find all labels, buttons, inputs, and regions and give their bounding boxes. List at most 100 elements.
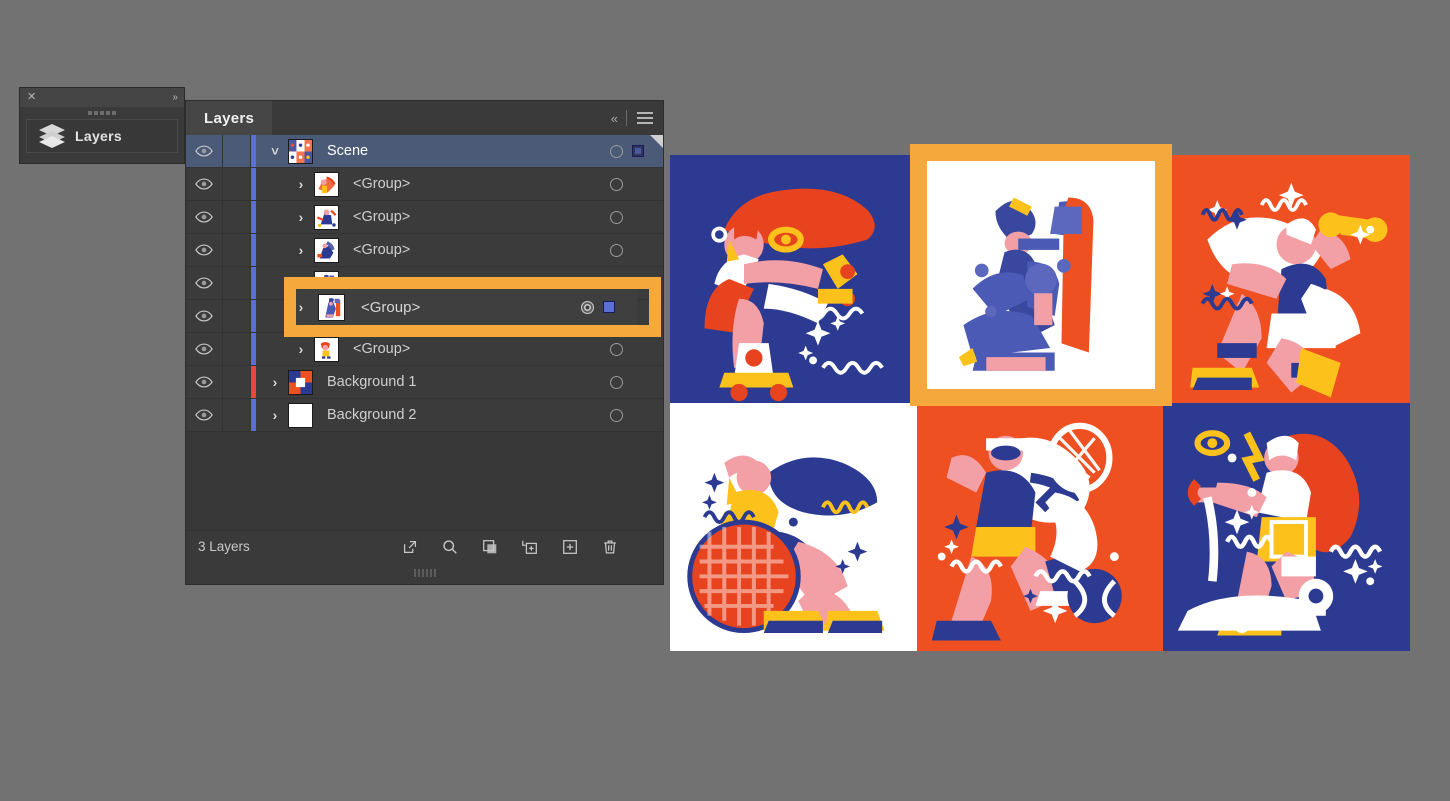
chevron-right-icon[interactable]: › [288, 341, 314, 357]
artboard-cell-bottom-left[interactable] [670, 403, 917, 651]
layer-row[interactable]: › Background 1 [186, 366, 663, 399]
layers-panel[interactable]: Layers « ˅ Scene › <Group> › [185, 100, 664, 585]
lock-toggle[interactable] [223, 201, 251, 233]
visibility-toggle[interactable] [186, 201, 223, 233]
chevron-down-icon[interactable]: ˅ [262, 144, 288, 159]
chevron-right-icon[interactable]: › [284, 299, 318, 315]
visibility-toggle[interactable] [186, 300, 223, 332]
target-indicator-icon[interactable] [610, 145, 623, 158]
layer-disclosure-cell[interactable]: › Background 2 [256, 399, 600, 431]
eye-icon [195, 211, 213, 223]
collapsed-panel-dock[interactable]: ✕ ›› Layers [19, 87, 185, 164]
locate-object-icon[interactable] [441, 538, 459, 556]
lock-toggle[interactable] [223, 300, 251, 332]
chevron-right-icon[interactable]: › [262, 374, 288, 390]
artboard-cell-top-right[interactable] [1163, 155, 1410, 403]
hamburger-menu-icon[interactable] [637, 112, 653, 124]
visibility-toggle[interactable] [186, 135, 223, 167]
chevron-right-icon[interactable]: › [262, 407, 288, 423]
layer-thumbnail [288, 139, 313, 164]
selection-color-square[interactable] [632, 145, 644, 157]
layer-rows-list[interactable]: ˅ Scene › <Group> › <Group> › <Group> › … [186, 135, 663, 432]
target-indicator-icon[interactable] [610, 178, 623, 191]
lock-toggle[interactable] [223, 333, 251, 365]
row-target-cells [600, 201, 663, 233]
row-target-cells [600, 366, 663, 398]
layer-disclosure-cell[interactable]: › <Group> [256, 201, 600, 233]
layer-disclosure-cell[interactable]: › <Group> [256, 234, 600, 266]
highlighted-artwork-cell[interactable] [927, 161, 1155, 389]
artboard-cell-top-left[interactable] [670, 155, 917, 403]
artboard-cell-bottom-right[interactable] [1163, 403, 1410, 651]
lock-toggle[interactable] [223, 168, 251, 200]
layer-row[interactable]: › <Group> [186, 333, 663, 366]
eye-icon [195, 145, 213, 157]
target-indicator-icon[interactable] [581, 301, 594, 314]
chevron-right-icon[interactable]: › [288, 209, 314, 225]
row-target-cells [600, 399, 663, 431]
tab-layers-label: Layers [204, 110, 254, 127]
layer-name-label: <Group> [353, 209, 410, 225]
delete-layer-icon[interactable] [601, 538, 619, 556]
sidebar-item-layers[interactable]: Layers [26, 119, 178, 153]
layer-name-label: Background 1 [327, 374, 416, 390]
highlighted-layer-row[interactable]: › <Group> [284, 289, 637, 325]
eye-icon [195, 343, 213, 355]
selection-color-square[interactable] [603, 301, 615, 313]
selection-color-square[interactable] [632, 277, 644, 289]
lock-toggle[interactable] [223, 135, 251, 167]
layer-disclosure-cell[interactable]: ˅ Scene [256, 135, 600, 167]
layer-row[interactable]: › <Group> [186, 168, 663, 201]
close-icon[interactable]: ✕ [27, 92, 36, 103]
visibility-toggle[interactable] [186, 267, 223, 299]
target-indicator-icon[interactable] [610, 409, 623, 422]
target-indicator-icon[interactable] [610, 244, 623, 257]
expand-chevrons-icon[interactable]: ›› [172, 93, 177, 103]
visibility-toggle[interactable] [186, 234, 223, 266]
layer-thumbnail [314, 172, 339, 197]
create-sublayer-icon[interactable] [521, 538, 539, 556]
row-target-cells [600, 168, 663, 200]
duplicate-layer-icon[interactable] [481, 538, 499, 556]
layer-thumbnail [318, 294, 345, 321]
layer-row[interactable]: ˅ Scene [186, 135, 663, 168]
lock-toggle[interactable] [223, 366, 251, 398]
footer-toolbar [401, 538, 663, 556]
layer-disclosure-cell[interactable]: › Background 1 [256, 366, 600, 398]
chevron-right-icon[interactable]: › [288, 176, 314, 192]
artboard-cell-bottom-center[interactable] [917, 403, 1164, 651]
layer-name-label: Scene [327, 143, 368, 159]
layer-row[interactable]: › <Group> [186, 201, 663, 234]
visibility-toggle[interactable] [186, 366, 223, 398]
target-indicator-icon[interactable] [610, 343, 623, 356]
collapse-panel-icon[interactable]: « [611, 111, 616, 126]
lock-toggle[interactable] [223, 399, 251, 431]
panel-resize-grip[interactable] [186, 562, 663, 584]
row-target-cells [571, 301, 637, 314]
mini-panel-titlebar[interactable]: ✕ ›› [20, 88, 184, 107]
layer-thumbnail [314, 337, 339, 362]
layer-disclosure-cell[interactable]: › <Group> [256, 168, 600, 200]
annotation-highlight-artwork [910, 144, 1172, 406]
target-indicator-icon[interactable] [610, 376, 623, 389]
panel-drag-grip[interactable] [20, 107, 184, 118]
visibility-toggle[interactable] [186, 168, 223, 200]
visibility-toggle[interactable] [186, 333, 223, 365]
layer-name-label: Background 2 [327, 407, 416, 423]
eye-icon [195, 277, 213, 289]
target-indicator-icon[interactable] [610, 211, 623, 224]
layer-disclosure-cell[interactable]: › <Group> [256, 333, 600, 365]
layer-name-label: <Group> [353, 242, 410, 258]
release-to-layers-icon[interactable] [401, 538, 419, 556]
chevron-right-icon[interactable]: › [288, 242, 314, 258]
layer-row[interactable]: › <Group> [186, 234, 663, 267]
layer-thumbnail [288, 403, 313, 428]
visibility-toggle[interactable] [186, 399, 223, 431]
layer-name-label: <Group> [353, 176, 410, 192]
lock-toggle[interactable] [223, 234, 251, 266]
create-layer-icon[interactable] [561, 538, 579, 556]
layer-row[interactable]: › Background 2 [186, 399, 663, 432]
lock-toggle[interactable] [223, 267, 251, 299]
target-indicator-icon[interactable] [610, 277, 623, 290]
tab-layers[interactable]: Layers [186, 101, 272, 135]
